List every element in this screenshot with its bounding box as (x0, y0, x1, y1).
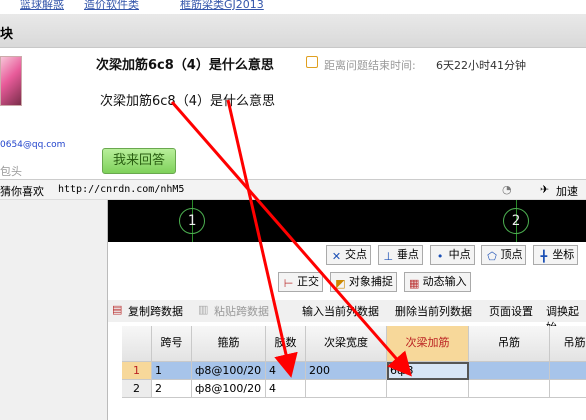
status-bar: 猜你喜欢 http://cnrdn.com/nhM5 ◔ ✈ 加速器 (0, 179, 586, 214)
paste-span-button[interactable]: 粘贴跨数据 (214, 303, 269, 319)
dynamic-input-label: 动态输入 (422, 275, 467, 288)
ortho-label: 正交 (297, 275, 319, 288)
cell-legs[interactable]: 4 (266, 362, 306, 380)
avatar[interactable] (0, 56, 22, 106)
timer-label: 距离问题结束时间: (324, 59, 416, 72)
perpendicular-icon: ⊥ (383, 250, 394, 263)
col-header-hanger-2[interactable]: 吊筋 (550, 326, 586, 362)
left-panel (0, 200, 108, 420)
user-location: 包头 (0, 165, 22, 178)
cell-added-rebar[interactable]: 6ф8 (387, 362, 469, 380)
cell-span[interactable]: 1 (152, 362, 192, 380)
nav-link[interactable]: 框筋梁类GJ2013 (180, 0, 264, 12)
snap-label: 坐标 (552, 248, 575, 261)
object-snap-toggle[interactable]: ◩ 对象捕捉 (329, 272, 397, 292)
user-email[interactable]: 0654@qq.com (0, 140, 65, 150)
cell-beam-width[interactable] (306, 380, 387, 398)
copy-icon: ▤ (112, 303, 123, 316)
cell-hanger[interactable] (469, 362, 550, 380)
col-header-span[interactable]: 跨号 (152, 326, 192, 362)
col-header-hanger[interactable]: 吊筋 (469, 326, 550, 362)
dynamic-input-toggle[interactable]: ▦ 动态输入 (403, 272, 471, 292)
paste-icon: ▥ (198, 303, 209, 316)
object-snap-icon: ◩ (335, 277, 346, 290)
cell-beam-width[interactable]: 200 (306, 362, 387, 380)
midpoint-icon: • (436, 250, 444, 263)
snap-label: 交点 (345, 248, 367, 261)
cell-hanger[interactable] (469, 380, 550, 398)
wrench-icon[interactable]: ✈ (540, 183, 549, 196)
col-header-legs[interactable]: 肢数 (266, 326, 306, 362)
intersection-icon: ✕ (331, 250, 342, 263)
answer-button[interactable]: 我来回答 (102, 148, 176, 174)
timer-value: 6天22小时41分钟 (436, 59, 526, 72)
cell-hanger-2[interactable] (550, 380, 586, 398)
dynamic-input-icon: ▦ (408, 277, 420, 290)
page-setup-button[interactable]: 页面设置 (489, 303, 533, 319)
snap-midpoint[interactable]: • 中点 (429, 245, 475, 265)
snap-label: 垂点 (396, 248, 419, 261)
top-nav: 篮球解惑 造价软件类 框筋梁类GJ2013 (0, 0, 586, 14)
object-snap-label: 对象捕捉 (348, 275, 393, 288)
axis-label-2: 2 (503, 208, 529, 234)
snap-intersection[interactable]: ✕ 交点 (326, 245, 371, 265)
status-url[interactable]: http://cnrdn.com/nhM5 (58, 184, 184, 195)
col-header-rownum (122, 326, 152, 362)
input-column-button[interactable]: 输入当前列数据 (302, 303, 379, 319)
col-header-beam-width[interactable]: 次梁宽度 (306, 326, 387, 362)
cell-hanger-2[interactable] (550, 362, 586, 380)
copy-span-button[interactable]: 复制跨数据 (128, 303, 183, 319)
coordinate-icon: ╋ (540, 250, 548, 263)
snap-toolbar: ✕ 交点 ⊥ 垂点 • 中点 ⬠ 顶点 ╋ 坐标 (326, 245, 581, 265)
vertex-icon: ⬠ (487, 250, 497, 263)
grid-toolbar: ▤ 复制跨数据 ▥ 粘贴跨数据 输入当前列数据 删除当前列数据 页面设置 调换起… (108, 300, 586, 334)
cell-legs[interactable]: 4 (266, 380, 306, 398)
speed-icon[interactable]: ◔ (502, 183, 512, 196)
header-title: 块 (0, 27, 14, 42)
cell-stirrup[interactable]: ф8@100/20 (192, 380, 266, 398)
ortho-icon: ⊢ (283, 277, 294, 290)
drafting-toolbar: ⊢ 正交 ◩ 对象捕捉 ▦ 动态输入 (278, 272, 474, 292)
nav-link[interactable]: 造价软件类 (84, 0, 139, 12)
question-body: 次梁加筋6c8（4）是什么意思 (100, 94, 275, 109)
cad-view[interactable]: 1 2 (108, 200, 586, 242)
cell-added-rebar[interactable] (387, 380, 469, 398)
cell-stirrup[interactable]: ф8@100/20 (192, 362, 266, 380)
snap-label: 中点 (448, 248, 471, 261)
cell-span[interactable]: 2 (152, 380, 192, 398)
snap-perpendicular[interactable]: ⊥ 垂点 (377, 245, 423, 265)
snap-label: 顶点 (500, 248, 523, 261)
rebar-table: 跨号 箍筋 肢数 次梁宽度 次梁加筋 吊筋 吊筋 1 1 ф8@100/20 4… (122, 326, 586, 420)
delete-column-button[interactable]: 删除当前列数据 (395, 303, 472, 319)
col-header-stirrup[interactable]: 箍筋 (192, 326, 266, 362)
header-bar: 块 (0, 14, 586, 48)
snap-vertex[interactable]: ⬠ 顶点 (481, 245, 527, 265)
ortho-toggle[interactable]: ⊢ 正交 (278, 272, 323, 292)
question-title: 次梁加筋6c8（4）是什么意思 (96, 58, 274, 73)
row-number[interactable]: 1 (122, 362, 152, 380)
nav-link[interactable]: 篮球解惑 (20, 0, 64, 12)
clock-icon (306, 56, 318, 68)
row-number[interactable]: 2 (122, 380, 152, 398)
recommend-link[interactable]: 猜你喜欢 (0, 183, 44, 199)
col-header-added-rebar[interactable]: 次梁加筋 (387, 326, 469, 362)
axis-label-1: 1 (179, 208, 205, 234)
snap-coordinate[interactable]: ╋ 坐标 (533, 245, 579, 265)
